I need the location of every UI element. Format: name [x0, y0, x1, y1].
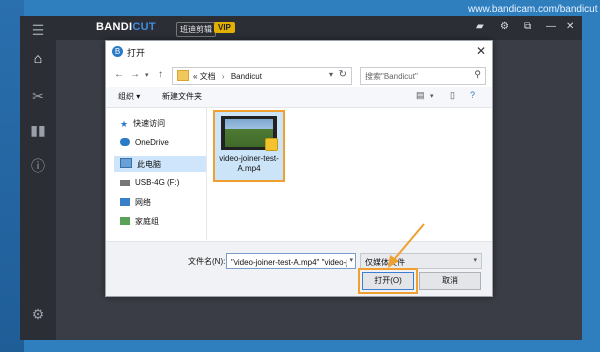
annotation-arrow [388, 223, 425, 268]
